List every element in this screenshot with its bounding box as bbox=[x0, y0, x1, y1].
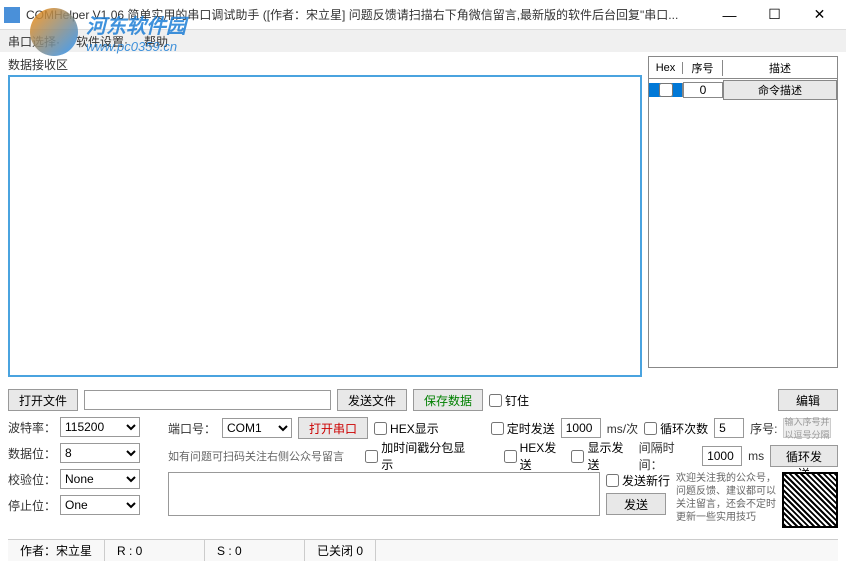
status-rx: R : 0 bbox=[105, 540, 205, 561]
recv-area-label: 数据接收区 bbox=[8, 56, 642, 73]
pub-text: 欢迎关注我的公众号，问题反馈、建议都可以关注留言，还会不定时更新一些实用技巧 bbox=[676, 472, 776, 524]
cmd-table-body bbox=[649, 101, 837, 367]
cmd-header-num: 序号 bbox=[683, 60, 723, 76]
hex-display-label: HEX显示 bbox=[390, 420, 439, 437]
hex-display-checkbox[interactable] bbox=[374, 422, 387, 435]
timestamp-checkbox[interactable] bbox=[365, 450, 378, 463]
hex-send-label: HEX发送 bbox=[520, 439, 566, 473]
seq-label: 序号: bbox=[750, 420, 777, 437]
stop-label: 停止位： bbox=[8, 497, 56, 514]
cmd-header-hex: Hex bbox=[649, 62, 683, 74]
app-icon bbox=[4, 7, 20, 23]
hint-text: 如有问题可扫码关注右侧公众号留言 bbox=[168, 448, 359, 464]
baud-label: 波特率： bbox=[8, 419, 56, 436]
data-select[interactable]: 8 bbox=[60, 443, 140, 463]
minimize-button[interactable]: — bbox=[707, 1, 752, 29]
newline-label: 发送新行 bbox=[622, 472, 670, 489]
timed-send-checkbox[interactable] bbox=[491, 422, 504, 435]
menu-port-select[interactable]: 串口选择· bbox=[8, 33, 60, 50]
menu-help[interactable]: 帮助 bbox=[144, 33, 168, 50]
loop-count-input[interactable] bbox=[714, 418, 744, 438]
status-bar: 作者：宋立星 R : 0 S : 0 已关闭 0 bbox=[8, 539, 838, 561]
send-textarea[interactable] bbox=[168, 472, 600, 516]
send-file-button[interactable]: 发送文件 bbox=[337, 389, 407, 411]
file-path-input[interactable] bbox=[84, 390, 331, 410]
stop-select[interactable]: One bbox=[60, 495, 140, 515]
parity-select[interactable]: None bbox=[60, 469, 140, 489]
pin-label: 钉住 bbox=[505, 392, 529, 409]
port-select[interactable]: COM1 bbox=[222, 418, 292, 438]
menubar: 串口选择· 软件设置· 帮助 bbox=[0, 30, 846, 52]
edit-button[interactable]: 编辑 bbox=[778, 389, 838, 411]
baud-select[interactable]: 115200 bbox=[60, 417, 140, 437]
status-author: 作者：宋立星 bbox=[8, 540, 105, 561]
hex-send-checkbox[interactable] bbox=[504, 450, 517, 463]
menu-soft-settings[interactable]: 软件设置· bbox=[76, 33, 128, 50]
show-send-checkbox[interactable] bbox=[571, 450, 584, 463]
cmd-row: 0 命令描述 bbox=[649, 79, 837, 101]
maximize-button[interactable]: ☐ bbox=[752, 1, 797, 29]
status-state: 已关闭 0 bbox=[305, 540, 376, 561]
loop-count-checkbox[interactable] bbox=[644, 422, 657, 435]
interval-input[interactable] bbox=[702, 446, 742, 466]
titlebar: COMHelper V1.06 简单实用的串口调试助手 ([作者：宋立星] 问题… bbox=[0, 0, 846, 30]
window-title: COMHelper V1.06 简单实用的串口调试助手 ([作者：宋立星] 问题… bbox=[26, 6, 707, 23]
seq-hint-image: 输入序号并以逗号分隔 bbox=[783, 418, 831, 438]
cmd-desc-button[interactable]: 命令描述 bbox=[723, 80, 837, 100]
show-send-label: 显示发送 bbox=[587, 439, 632, 473]
close-button[interactable]: ✕ bbox=[797, 1, 842, 29]
loop-count-label: 循环次数 bbox=[660, 420, 708, 437]
timed-unit: ms/次 bbox=[607, 420, 638, 437]
loop-send-button[interactable]: 循环发送 bbox=[770, 445, 838, 467]
command-table: Hex 序号 描述 0 命令描述 bbox=[648, 56, 838, 368]
qr-code-icon bbox=[782, 472, 838, 528]
cmd-header-desc: 描述 bbox=[723, 60, 837, 76]
timestamp-label: 加时间戳分包显示 bbox=[381, 439, 472, 473]
timed-send-label: 定时发送 bbox=[507, 420, 555, 437]
save-data-button[interactable]: 保存数据 bbox=[413, 389, 483, 411]
pin-checkbox[interactable] bbox=[489, 394, 502, 407]
open-file-button[interactable]: 打开文件 bbox=[8, 389, 78, 411]
port-label: 端口号： bbox=[168, 420, 216, 437]
newline-checkbox[interactable] bbox=[606, 474, 619, 487]
status-tx: S : 0 bbox=[205, 540, 305, 561]
timed-value-input[interactable] bbox=[561, 418, 601, 438]
recv-textarea[interactable] bbox=[8, 75, 642, 377]
data-label: 数据位： bbox=[8, 445, 56, 462]
interval-label: 间隔时间： bbox=[639, 439, 696, 473]
open-port-button[interactable]: 打开串口 bbox=[298, 417, 368, 439]
cmd-hex-checkbox[interactable] bbox=[659, 83, 673, 97]
cmd-row-num: 0 bbox=[683, 82, 723, 98]
parity-label: 校验位： bbox=[8, 471, 56, 488]
send-button[interactable]: 发送 bbox=[606, 493, 666, 515]
interval-unit: ms bbox=[748, 449, 764, 463]
